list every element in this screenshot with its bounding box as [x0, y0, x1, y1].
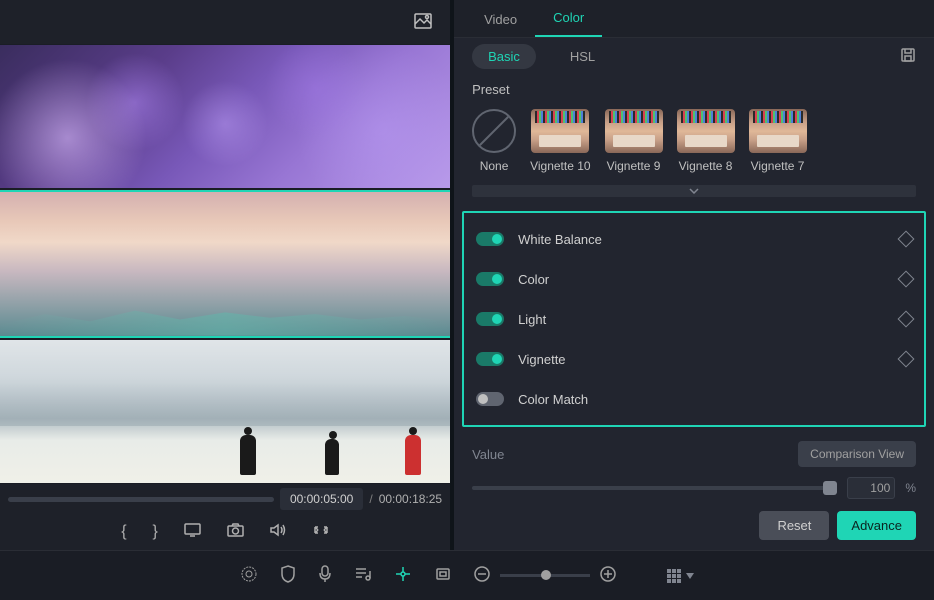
label-color-match: Color Match [518, 392, 912, 407]
view-mode-dropdown[interactable] [666, 568, 694, 584]
preset-vignette-10[interactable]: Vignette 10 [530, 109, 591, 173]
keyframe-light[interactable] [898, 311, 915, 328]
toggle-light[interactable] [476, 312, 504, 326]
preview-clips [0, 44, 450, 484]
label-color: Color [518, 272, 886, 287]
tab-color[interactable]: Color [535, 0, 602, 37]
tab-video[interactable]: Video [466, 2, 535, 37]
preview-clip-1[interactable] [0, 45, 450, 188]
preset-vignette-8[interactable]: Vignette 8 [677, 109, 735, 173]
subtab-hsl[interactable]: HSL [554, 44, 611, 69]
preview-clip-3[interactable] [0, 340, 450, 483]
value-percent: % [905, 481, 916, 495]
toggle-row-white-balance: White Balance [464, 219, 924, 259]
label-white-balance: White Balance [518, 232, 886, 247]
save-preset-icon[interactable] [900, 47, 916, 66]
preset-label: Preset [472, 82, 916, 97]
toggle-white-balance[interactable] [476, 232, 504, 246]
preset-row: None Vignette 10 Vignette 9 Vignette 8 V… [472, 105, 916, 177]
zoom-out-icon[interactable] [474, 566, 490, 585]
toggle-row-color-match: Color Match [464, 379, 924, 419]
keyframe-white-balance[interactable] [898, 231, 915, 248]
value-input[interactable] [847, 477, 895, 499]
comparison-view-button[interactable]: Comparison View [798, 441, 916, 467]
keyframe-color[interactable] [898, 271, 915, 288]
keyframe-vignette[interactable] [898, 351, 915, 368]
camera-icon[interactable] [227, 523, 244, 542]
zoom-group [474, 566, 616, 585]
toggle-color[interactable] [476, 272, 504, 286]
color-adjust-icon[interactable] [394, 565, 412, 586]
timecode-current[interactable]: 00:00:05:00 [280, 488, 363, 510]
crop-icon[interactable] [434, 567, 452, 584]
bottom-toolbar [0, 550, 934, 600]
properties-panel: Video Color Basic HSL Preset None Vig [454, 0, 934, 550]
preview-panel: 00:00:05:00 / 00:00:18:25 { } [0, 0, 450, 550]
zoom-slider[interactable] [500, 574, 590, 577]
zoom-in-icon[interactable] [600, 566, 616, 585]
image-icon[interactable] [414, 13, 432, 32]
timecode-separator: / [369, 492, 372, 506]
toggle-color-match[interactable] [476, 392, 504, 406]
toggle-vignette[interactable] [476, 352, 504, 366]
advance-button[interactable]: Advance [837, 511, 916, 540]
preset-none[interactable]: None [472, 109, 516, 173]
sub-tabs-row: Basic HSL [454, 38, 934, 74]
toggle-row-color: Color [464, 259, 924, 299]
audio-list-icon[interactable] [354, 566, 372, 585]
value-slider[interactable] [472, 486, 837, 490]
color-toggles-highlight: White Balance Color Light Vignette Color [462, 211, 926, 427]
screen-icon[interactable] [184, 523, 201, 542]
props-tabs: Video Color [454, 0, 934, 38]
preset-vignette-7[interactable]: Vignette 7 [749, 109, 807, 173]
fullscreen-icon[interactable] [313, 523, 329, 542]
timecode-track[interactable] [8, 497, 274, 502]
preset-vignette-9[interactable]: Vignette 9 [605, 109, 663, 173]
toggle-row-vignette: Vignette [464, 339, 924, 379]
preview-header [0, 0, 450, 44]
value-section: Value Comparison View [454, 433, 934, 475]
preset-section: Preset None Vignette 10 Vignette 9 Vigne… [454, 74, 934, 181]
value-label: Value [472, 447, 504, 462]
reset-button[interactable]: Reset [759, 511, 829, 540]
timecode-total: 00:00:18:25 [379, 492, 442, 506]
label-light: Light [518, 312, 886, 327]
microphone-icon[interactable] [318, 565, 332, 586]
volume-icon[interactable] [270, 523, 287, 542]
preview-toolbar: { } [0, 514, 450, 550]
toggle-row-light: Light [464, 299, 924, 339]
timecode-bar: 00:00:05:00 / 00:00:18:25 [0, 484, 450, 514]
subtab-basic[interactable]: Basic [472, 44, 536, 69]
props-footer: Reset Advance [454, 503, 934, 550]
aperture-icon[interactable] [240, 565, 258, 586]
preset-expand-button[interactable] [472, 185, 916, 197]
shield-icon[interactable] [280, 565, 296, 586]
mark-in-icon[interactable]: { [121, 523, 126, 541]
label-vignette: Vignette [518, 352, 886, 367]
value-slider-row: % [454, 475, 934, 503]
mark-out-icon[interactable]: } [153, 523, 158, 541]
preview-clip-2[interactable] [0, 190, 450, 337]
